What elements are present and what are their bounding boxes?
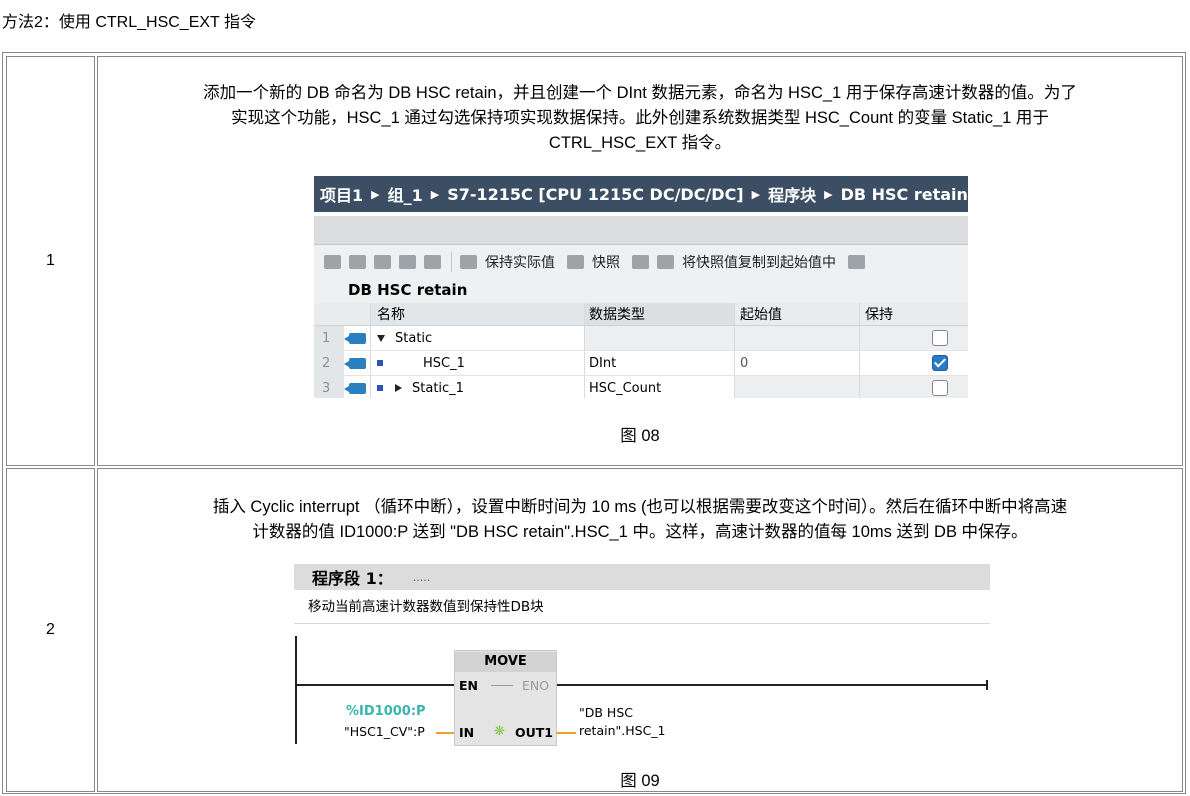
row-index: 1: [314, 326, 344, 350]
out-operand-line: "DB HSC: [579, 705, 633, 720]
table-row[interactable]: 1 Static: [314, 326, 968, 351]
pin-en: EN: [459, 678, 479, 693]
row-index: 3: [314, 376, 344, 398]
breadcrumb-item[interactable]: 项目1: [320, 182, 363, 206]
network-title-placeholder[interactable]: .....: [413, 571, 430, 584]
add-row-icon[interactable]: [349, 254, 366, 269]
retain-checkbox[interactable]: [932, 330, 948, 346]
expand-all-icon[interactable]: [424, 254, 441, 269]
table-row[interactable]: 3 Static_1 HSC_Count: [314, 376, 968, 398]
keep-actual-values-button[interactable]: 保持实际值: [485, 252, 555, 272]
step-number: 1: [46, 252, 55, 269]
row-init[interactable]: [734, 326, 859, 350]
row-name[interactable]: HSC_1: [423, 356, 465, 371]
breadcrumb-item[interactable]: DB HSC retain: [841, 185, 968, 204]
db-title: DB HSC retain: [314, 278, 968, 303]
row-init[interactable]: [734, 376, 859, 398]
wire-end-marker: [986, 680, 988, 690]
row-name[interactable]: Static_1: [412, 381, 464, 396]
chevron-right-icon: ▶: [430, 187, 440, 201]
editor-toolbar: 保持实际值 快照 将快照值复制到起始值中: [314, 245, 968, 278]
row-index: 2: [314, 351, 344, 375]
pin-in: IN: [459, 725, 475, 740]
page-heading: 方法2：使用 CTRL_HSC_EXT 指令: [2, 14, 256, 31]
chevron-right-icon: ▶: [824, 187, 833, 201]
row-init[interactable]: 0: [734, 351, 859, 375]
desc-line: 添加一个新的 DB 命名为 DB HSC retain，并且创建一个 DInt …: [203, 84, 1077, 102]
step-number: 2: [46, 621, 55, 638]
retain-checkbox[interactable]: [932, 380, 948, 396]
db-variable-table: 名称 数据类型 起始值 保持 1 Static 2 HSC_1 DInt 0 3…: [314, 303, 968, 398]
desc-line: 实现这个功能，HSC_1 通过勾选保持项实现数据保持。此外创建系统数据类型 HS…: [231, 109, 1049, 127]
monitor-glasses-icon[interactable]: [460, 254, 477, 269]
toolbar-separator: [451, 251, 452, 272]
chevron-right-icon: ▶: [371, 187, 380, 201]
in-operand-symbol[interactable]: "HSC1_CV":P: [344, 724, 425, 739]
more-tools-icon[interactable]: [848, 254, 865, 269]
caret-right-icon[interactable]: [395, 384, 402, 392]
step-number-cell: 2: [6, 468, 95, 792]
step-description: 插入 Cyclic interrupt （循环中断），设置中断时间为 10 ms…: [98, 495, 1182, 545]
desc-line: 计数器的值 ID1000:P 送到 "DB HSC retain".HSC_1 …: [252, 523, 1028, 541]
step-number-cell: 1: [6, 56, 95, 466]
element-square-icon: [377, 385, 383, 391]
snapshot-button[interactable]: 快照: [592, 252, 620, 272]
network-comment[interactable]: 移动当前高速计数器数值到保持性DB块: [294, 594, 990, 624]
column-header-init[interactable]: 起始值: [734, 303, 859, 325]
pin-out1: OUT1: [515, 725, 554, 740]
en-eno-connector: [491, 685, 513, 686]
db-editor-screenshot: 项目1 ▶ 组_1 ▶ S7-1215C [CPU 1215C DC/DC/DC…: [314, 176, 968, 398]
caret-down-icon[interactable]: [377, 334, 385, 342]
column-header-retain[interactable]: 保持: [859, 303, 968, 325]
out-operand[interactable]: "DB HSC retain".HSC_1: [579, 704, 666, 740]
breadcrumb: 项目1 ▶ 组_1 ▶ S7-1215C [CPU 1215C DC/DC/DC…: [314, 176, 968, 212]
in-operand-address[interactable]: %ID1000:P: [346, 704, 426, 719]
update-interface-icon[interactable]: [399, 254, 416, 269]
header-index: [314, 303, 344, 325]
insert-row-icon[interactable]: [324, 254, 341, 269]
network-title: 程序段 1：: [312, 569, 393, 588]
step-description: 添加一个新的 DB 命名为 DB HSC retain，并且创建一个 DInt …: [98, 81, 1182, 156]
ladder-network-screenshot: 程序段 1： ..... 移动当前高速计数器数值到保持性DB块 MOVE EN …: [294, 564, 990, 754]
row-type[interactable]: DInt: [584, 351, 734, 375]
move-block[interactable]: MOVE EN ENO IN ❋ OUT1: [454, 650, 557, 746]
chevron-right-icon: ▶: [751, 187, 761, 201]
breadcrumb-item[interactable]: S7-1215C [CPU 1215C DC/DC/DC]: [447, 185, 743, 204]
retain-checkbox-checked[interactable]: [932, 355, 948, 371]
copy-snapshot-to-start-button[interactable]: 将快照值复制到起始值中: [682, 252, 836, 272]
figure-caption: 图 08: [620, 427, 660, 445]
pin-eno: ENO: [522, 678, 550, 693]
reset-start-value-icon[interactable]: [374, 254, 391, 269]
breadcrumb-item[interactable]: 组_1: [388, 182, 423, 206]
table-row[interactable]: 2 HSC_1 DInt 0: [314, 351, 968, 376]
in-wire: [436, 732, 454, 734]
figure-caption: 图 09: [620, 772, 660, 790]
out-wire: [556, 732, 576, 734]
table-header-row: 名称 数据类型 起始值 保持: [314, 303, 968, 326]
network-title-bar[interactable]: 程序段 1： .....: [294, 564, 990, 590]
power-rail: [295, 636, 297, 744]
editor-tabstrip: [314, 216, 968, 245]
move-block-title: MOVE: [455, 652, 556, 672]
eno-wire: [556, 684, 986, 686]
add-output-star-icon[interactable]: ❋: [494, 724, 505, 739]
row-type[interactable]: HSC_Count: [584, 376, 734, 398]
column-header-name[interactable]: 名称: [370, 303, 584, 325]
desc-line: CTRL_HSC_EXT 指令。: [548, 134, 732, 152]
row-name[interactable]: Static: [395, 331, 432, 346]
interface-in-icon: [343, 357, 366, 369]
snapshot-camera-icon[interactable]: [567, 254, 584, 269]
load-start-values-icon[interactable]: [657, 254, 674, 269]
element-square-icon: [377, 360, 383, 366]
en-wire: [297, 684, 457, 686]
column-header-type[interactable]: 数据类型: [584, 303, 734, 325]
header-icon-col: [346, 303, 368, 325]
copy-snapshot-icon[interactable]: [632, 254, 649, 269]
interface-in-icon: [343, 382, 366, 394]
desc-line: 插入 Cyclic interrupt （循环中断），设置中断时间为 10 ms…: [212, 498, 1068, 516]
interface-in-icon: [343, 332, 366, 344]
out-operand-line: retain".HSC_1: [579, 723, 666, 738]
breadcrumb-item[interactable]: 程序块: [768, 182, 816, 206]
row-type[interactable]: [584, 326, 734, 350]
